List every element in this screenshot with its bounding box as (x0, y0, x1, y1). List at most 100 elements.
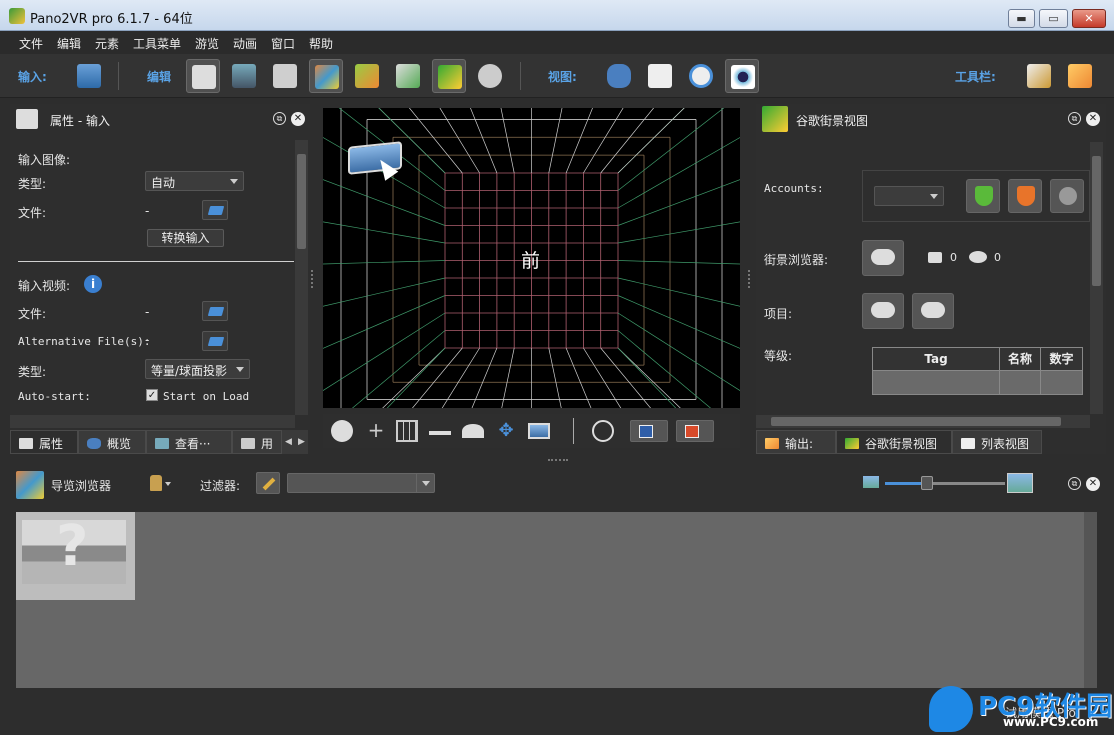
tab-list-view[interactable]: 列表视图 (952, 430, 1042, 454)
accounts-select[interactable] (874, 186, 944, 206)
tab-google-streetview[interactable]: 谷歌街景视图 (836, 430, 952, 454)
table-header-number[interactable]: 数字 (1040, 347, 1083, 371)
logout-button[interactable] (1008, 179, 1042, 213)
menu-tools[interactable]: 工具菜单 (133, 35, 181, 52)
user-data-button[interactable] (268, 59, 302, 93)
table-header-tag[interactable]: Tag (872, 347, 1000, 371)
menu-elements[interactable]: 元素 (95, 35, 119, 52)
fov-icon[interactable] (462, 424, 484, 438)
project-label: 项目: (764, 307, 793, 321)
table-header-name[interactable]: 名称 (999, 347, 1041, 371)
close-panel-icon[interactable]: ✕ (1086, 112, 1100, 126)
grid-color-button[interactable] (630, 420, 668, 442)
panorama-node-thumbnail[interactable]: ? (16, 512, 135, 600)
table-row[interactable] (1040, 370, 1083, 395)
properties-tool-button[interactable] (186, 59, 220, 93)
add-input-button[interactable] (72, 59, 106, 93)
move-arrows-icon[interactable]: ✥ (495, 420, 517, 442)
panorama-icon[interactable] (528, 423, 550, 439)
splitter-handle[interactable] (311, 270, 315, 288)
type-select[interactable]: 自动 (145, 171, 244, 191)
open-alt-file-button[interactable] (202, 331, 228, 351)
properties-scrollbar[interactable] (295, 140, 308, 415)
settings-tool-button[interactable] (1022, 59, 1056, 93)
tab-properties[interactable]: 属性 (10, 430, 78, 454)
measure-icon[interactable] (429, 431, 451, 435)
minimize-button[interactable]: ▬ (1008, 9, 1035, 28)
compass-icon[interactable] (331, 420, 353, 442)
splitter-handle[interactable] (748, 270, 752, 288)
tour-map-button[interactable] (350, 59, 384, 93)
table-row[interactable] (999, 370, 1041, 395)
filter-dropdown-button[interactable] (416, 474, 434, 492)
properties-hscrollbar[interactable] (10, 415, 295, 428)
close-panel-icon[interactable]: ✕ (1086, 477, 1100, 491)
panorama-viewport[interactable]: 前 (323, 108, 740, 408)
input-video-label: 输入视频: (18, 279, 71, 293)
streetview-scrollbar[interactable] (1090, 142, 1103, 414)
streetview-hscrollbar[interactable] (756, 415, 1090, 428)
scrollbar-thumb[interactable] (771, 417, 1061, 426)
open-video-button[interactable] (202, 301, 228, 321)
list-view-button[interactable] (643, 59, 677, 93)
splitter-handle[interactable] (548, 459, 568, 462)
tab-output[interactable]: 输出: (756, 430, 836, 454)
crosshair-plus-icon[interactable]: + (365, 420, 387, 442)
filter-input[interactable] (287, 473, 435, 493)
tab-user[interactable]: 用 (232, 430, 282, 454)
table-row[interactable] (872, 370, 1000, 395)
tabs-scroll-right-button[interactable]: ▶ (295, 430, 308, 454)
google-streetview-button[interactable] (432, 59, 466, 93)
autostart-checkbox[interactable]: ✓ (146, 389, 158, 401)
chevron-down-icon (930, 194, 938, 199)
slider-handle[interactable] (921, 476, 933, 490)
output-tool-button[interactable] (1063, 59, 1097, 93)
menu-help[interactable]: 帮助 (309, 35, 333, 52)
sort-stamp-button[interactable] (150, 475, 172, 493)
scrollbar-thumb[interactable] (297, 154, 306, 249)
login-button[interactable] (966, 179, 1000, 213)
scrollbar-thumb[interactable] (1092, 156, 1101, 286)
tour-browser-scrollbar[interactable] (1084, 512, 1097, 688)
tour-browser-panel: 导览浏览器 过滤器: ⧉ ✕ (10, 466, 1106, 694)
tab-viewer[interactable]: 查看··· (146, 430, 232, 454)
convert-input-button[interactable]: 转换输入 (147, 229, 224, 247)
account-info-button[interactable] (1050, 179, 1084, 213)
float-panel-icon[interactable]: ⧉ (1068, 112, 1081, 125)
float-panel-icon[interactable]: ⧉ (273, 112, 286, 125)
viewing-params-button[interactable] (227, 59, 261, 93)
close-window-button[interactable]: ✕ (1072, 9, 1106, 28)
preview-button[interactable] (725, 59, 759, 93)
tour-node-list[interactable] (16, 512, 1084, 688)
menu-tour[interactable]: 游览 (195, 35, 219, 52)
close-panel-icon[interactable]: ✕ (291, 112, 305, 126)
tabs-scroll-left-button[interactable]: ◀ (282, 430, 295, 454)
video-type-select[interactable]: 等量/球面投影 (145, 359, 250, 379)
menu-animation[interactable]: 动画 (233, 35, 257, 52)
tab-overview[interactable]: 概览 (78, 430, 146, 454)
info-icon[interactable]: i (84, 275, 102, 293)
target-icon[interactable] (592, 420, 614, 442)
menu-edit[interactable]: 编辑 (57, 35, 81, 52)
open-file-button[interactable] (202, 200, 228, 220)
animation-button[interactable] (473, 59, 507, 93)
patch-button[interactable] (391, 59, 425, 93)
main-toolbar: 输入: 编辑 视图: 工具栏: (0, 54, 1114, 98)
upload-button[interactable] (862, 293, 904, 329)
binoculars-icon (607, 64, 631, 88)
maximize-button[interactable]: ▭ (1039, 9, 1068, 28)
overview-button[interactable] (602, 59, 636, 93)
grid-icon[interactable] (396, 420, 418, 442)
tour-browser-button[interactable] (309, 59, 343, 93)
folder-icon (207, 206, 225, 215)
float-panel-icon[interactable]: ⧉ (1068, 477, 1081, 490)
delete-upload-button[interactable] (912, 293, 954, 329)
menu-file[interactable]: 文件 (19, 35, 43, 52)
streetview-browser-button[interactable] (862, 240, 904, 276)
menu-window[interactable]: 窗口 (271, 35, 295, 52)
streetview-panel: 谷歌街景视图 ⧉ ✕ Accounts: 街景浏览器: 0 0 项目: 等级: … (756, 104, 1106, 454)
thumbnail-size-slider[interactable] (885, 476, 1005, 490)
history-button[interactable] (684, 59, 718, 93)
line-color-button[interactable] (676, 420, 714, 442)
filter-edit-button[interactable] (256, 472, 280, 494)
